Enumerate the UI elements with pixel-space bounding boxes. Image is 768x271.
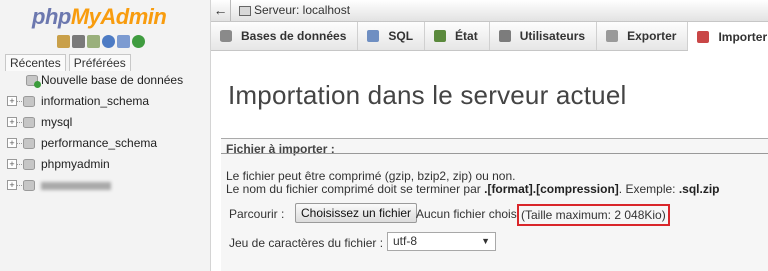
sql-icon xyxy=(367,30,380,42)
database-name[interactable]: performance_schema xyxy=(41,133,157,154)
docs-icon[interactable] xyxy=(117,35,130,48)
charset-select[interactable]: utf-8 ▼ xyxy=(387,232,496,251)
server-breadcrumb[interactable]: Serveur: localhost xyxy=(254,3,350,17)
tab-status[interactable]: État xyxy=(425,22,490,50)
new-database-icon xyxy=(26,75,41,88)
nav-icon-bar xyxy=(57,35,145,48)
logo-text-php: php xyxy=(32,4,71,29)
tree-connector xyxy=(17,185,22,186)
charset-value: utf-8 xyxy=(393,234,418,248)
tab-label: SQL xyxy=(388,29,414,43)
server-breadcrumb-bar: ← Serveur: localhost xyxy=(211,0,768,22)
reload-icon[interactable] xyxy=(132,35,145,48)
no-file-status: Aucun fichier choisi xyxy=(416,207,520,221)
tab-sql[interactable]: SQL xyxy=(358,22,426,50)
top-menu: Bases de données SQL État Utilisateurs E… xyxy=(211,22,768,52)
tab-label: Bases de données xyxy=(241,29,347,43)
database-name[interactable]: mysql xyxy=(41,112,72,133)
tab-users[interactable]: Utilisateurs xyxy=(490,22,598,50)
expand-icon[interactable]: + xyxy=(7,159,17,169)
collapse-nav-arrow-icon[interactable]: ← xyxy=(211,0,231,21)
page-title: Importation dans le serveur actuel xyxy=(228,80,627,110)
new-database-label: Nouvelle base de données xyxy=(41,73,184,87)
database-icon xyxy=(23,138,35,149)
tree-item-phpmyadmin[interactable]: + phpmyadmin xyxy=(0,154,211,175)
database-name[interactable]: information_schema xyxy=(41,91,149,112)
expand-icon[interactable]: + xyxy=(7,138,17,148)
new-database-item[interactable]: Nouvelle base de données xyxy=(0,70,211,91)
filename-format: .[format].[compression] xyxy=(484,182,619,196)
tab-label: Importer xyxy=(718,30,768,44)
navigation-panel: phpMyAdmin Récentes Préférées Nouvelle b… xyxy=(0,0,211,271)
max-size-badge: (Taille maximum: 2 048Kio) xyxy=(517,204,670,226)
users-icon xyxy=(498,30,511,42)
tree-connector xyxy=(17,143,22,144)
server-icon xyxy=(239,6,251,16)
database-icon xyxy=(23,96,35,107)
export-icon xyxy=(606,30,619,42)
import-icon xyxy=(697,31,710,43)
expand-icon[interactable]: + xyxy=(7,96,17,106)
tab-favorites[interactable]: Préférées xyxy=(68,54,131,71)
database-icon xyxy=(23,117,35,128)
tree-connector xyxy=(17,164,22,165)
filename-note: Le nom du fichier comprimé doit se termi… xyxy=(226,182,720,196)
database-tree: Nouvelle base de données + information_s… xyxy=(0,70,211,196)
tab-import[interactable]: Importer xyxy=(688,22,768,52)
tab-label: Exporter xyxy=(627,29,677,43)
nav-tabs: Récentes Préférées xyxy=(5,54,131,71)
tree-item-performance-schema[interactable]: + performance_schema xyxy=(0,133,211,154)
status-icon xyxy=(434,30,447,42)
browse-label: Parcourir : xyxy=(229,207,285,221)
tab-export[interactable]: Exporter xyxy=(597,22,689,50)
compression-note: Le fichier peut être comprimé (gzip, bzi… xyxy=(226,169,516,183)
tree-connector xyxy=(17,122,22,123)
tab-recent[interactable]: Récentes xyxy=(5,54,66,71)
charset-label: Jeu de caractères du fichier : xyxy=(229,236,384,250)
database-icon xyxy=(220,30,232,42)
tree-item-mysql[interactable]: + mysql xyxy=(0,112,211,133)
tree-item-information-schema[interactable]: + information_schema xyxy=(0,91,211,112)
filename-note-prefix: Le nom du fichier comprimé doit se termi… xyxy=(226,182,485,196)
home-icon[interactable] xyxy=(57,35,70,48)
logo-text-myadmin: MyAdmin xyxy=(70,4,167,29)
filename-example: .sql.zip xyxy=(678,182,720,196)
exit-icon[interactable] xyxy=(72,35,85,48)
tree-item-redacted[interactable]: + xyxy=(0,175,211,196)
filename-note-mid: . Exemple: xyxy=(618,182,679,196)
database-name[interactable]: phpmyadmin xyxy=(41,154,110,175)
redacted-database-name xyxy=(41,182,111,190)
tree-connector xyxy=(17,101,22,102)
expand-icon[interactable]: + xyxy=(7,117,17,127)
tab-databases[interactable]: Bases de données xyxy=(211,22,359,50)
phpmyadmin-logo[interactable]: phpMyAdmin xyxy=(32,4,167,30)
database-icon xyxy=(23,159,35,170)
tab-label: État xyxy=(455,29,478,43)
expand-icon[interactable]: + xyxy=(7,180,17,190)
chevron-down-icon: ▼ xyxy=(481,236,490,246)
settings-icon[interactable] xyxy=(87,35,100,48)
help-icon[interactable] xyxy=(102,35,115,48)
main-content: ← Serveur: localhost Bases de données SQ… xyxy=(211,0,768,271)
choose-file-button[interactable]: Choisissez un fichier xyxy=(295,203,418,223)
tab-label: Utilisateurs xyxy=(519,29,586,43)
divider xyxy=(221,153,768,154)
database-icon xyxy=(23,180,35,191)
